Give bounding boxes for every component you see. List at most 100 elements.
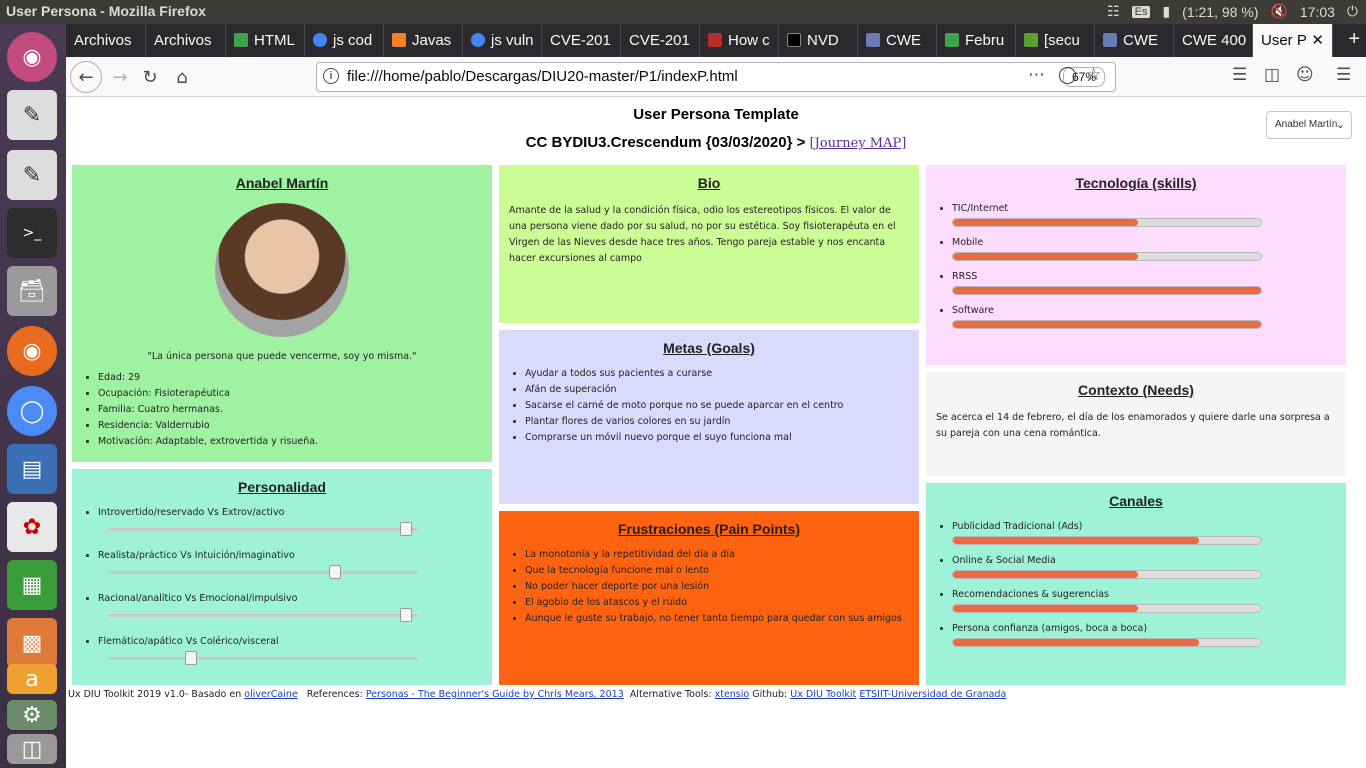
trait-slider[interactable] [108,565,418,579]
files-icon[interactable]: 🗃 [7,266,57,316]
trait-slider[interactable] [108,651,418,665]
calc-icon[interactable]: ▦ [7,560,57,610]
tab[interactable]: js vuln [463,24,542,57]
amazon-icon[interactable]: a [7,664,57,694]
tab[interactable]: NVD [779,24,858,57]
tab[interactable]: CWE 400 [1174,24,1253,57]
personality-card: Personalidad Introvertido/reservado Vs E… [72,469,492,685]
list-item: Edad: 29 [98,372,482,383]
firefox-icon[interactable]: ◉ [7,326,57,376]
progress-bar [952,218,1262,227]
reload-icon[interactable]: ↻ [136,63,164,91]
context-card: Contexto (Needs) Se acerca el 14 de febr… [926,372,1346,476]
bio-title: Bio [697,175,721,191]
footer-link-personas[interactable]: Personas - The Beginner's Guide by Chris… [366,689,624,700]
site-icon [945,33,959,47]
list-item: Plantar flores de varios colores en su j… [525,416,909,427]
footer-link-toolkit[interactable]: Ux DIU Toolkit [790,689,856,700]
home-icon[interactable]: ⌂ [168,63,196,91]
footer-link-olivercaine[interactable]: oliverCaine [244,689,297,700]
persona-select[interactable]: Anabel Martín ⌄ [1266,111,1352,139]
more-actions-icon[interactable]: ⋯ [1028,65,1045,85]
tech-card: Tecnología (skills) TIC/Internet Mobile RR… [926,165,1346,365]
slider-thumb[interactable] [328,565,341,579]
tab[interactable]: Javas [384,24,463,57]
slider-thumb[interactable] [400,522,413,536]
tab[interactable]: Febru [937,24,1016,57]
progress-fill [953,219,1138,226]
slider-track [108,528,418,531]
tab[interactable]: How c [700,24,779,57]
list-item: Racional/analítico Vs Emocional/impulsiv… [98,593,482,622]
page-content: User Persona Template CC BYDIU3.Crescend… [66,98,1366,768]
slider-thumb[interactable] [185,651,198,665]
frustrations-card: Frustraciones (Pain Points) La monotonía… [499,511,919,685]
tab-active[interactable]: User P ✕ [1253,24,1333,57]
close-tab-icon[interactable]: ✕ [1311,31,1324,49]
personality-title: Personalidad [238,479,326,495]
sidebar-icon[interactable]: ◫ [1264,65,1280,85]
library-icon[interactable]: ☰ [1232,65,1247,85]
impress-icon[interactable]: ▩ [7,618,57,668]
tab[interactable]: CWE [858,24,937,57]
personality-list: Introvertido/reservado Vs Extrov/activo R… [82,507,482,665]
pocket-icon[interactable]: ◯ [1058,65,1077,85]
channels-title: Canales [1109,493,1163,509]
wifi-icon[interactable]: ☷ [1107,3,1120,20]
footer-link-xtensio[interactable]: xtensio [715,689,750,700]
power-icon[interactable]: ⏻ [1347,3,1358,20]
footer-link-etsiit[interactable]: ETSIIT-Universidad de Granada [859,689,1006,700]
battery-status[interactable]: (1:21, 98 %) [1182,4,1258,20]
forward-arrow-icon[interactable]: → [106,63,134,91]
progress-fill [953,321,1261,328]
trait-slider[interactable] [108,608,418,622]
writer-icon[interactable]: ▤ [7,444,57,494]
chevron-down-icon: ⌄ [1335,119,1345,131]
volume-icon[interactable]: 🔇 [1270,3,1287,20]
new-tab-icon[interactable]: + [1348,28,1360,51]
list-item: Online & Social Media [952,555,1336,579]
tab[interactable]: HTML [226,24,305,57]
tab[interactable]: Archivos [146,24,226,57]
tab[interactable]: Archivos [66,24,146,57]
battery-icon[interactable]: ▮ [1162,3,1170,20]
tab[interactable]: [secu [1016,24,1095,57]
progress-fill [953,287,1261,294]
context-text: Se acerca el 14 de febrero, el día de lo… [936,412,1330,439]
slider-thumb[interactable] [400,608,413,622]
site-icon [1024,33,1038,47]
keyboard-layout[interactable]: Es [1131,5,1151,18]
tab[interactable]: CVE-201 [621,24,700,57]
page-subtitle: CC BYDIU3.Crescendum {03/03/2020} > [Jou… [66,134,1366,151]
journey-map-link[interactable]: [Journey MAP] [810,136,907,151]
text-editor-icon[interactable]: ✎ [7,90,57,140]
back-arrow-icon[interactable]: ← [70,61,102,93]
tab[interactable]: js cod [305,24,384,57]
clock[interactable]: 17:03 [1300,4,1335,20]
list-item: Recomendaciones & sugerencias [952,589,1336,613]
chromium-icon[interactable]: ◯ [7,386,57,436]
ubuntu-dash-icon[interactable]: ◉ [7,32,57,82]
info-icon[interactable]: i [323,68,339,84]
tray: ☷ Es ▮ (1:21, 98 %) 🔇 17:03 ⏻ [1107,3,1358,20]
pdf-viewer-icon[interactable]: ✿ [7,502,57,552]
tab[interactable]: CWE [1095,24,1174,57]
bookmark-star-icon[interactable]: ☆ [1086,65,1101,85]
list-item: Sacarse el carné de moto porque no se pu… [525,400,909,411]
tab[interactable]: CVE-201 [542,24,621,57]
account-icon[interactable]: ☺ [1296,65,1314,85]
menu-icon[interactable]: ☰ [1336,65,1351,85]
progress-bar [952,536,1262,545]
trash-icon[interactable]: ◫ [7,734,57,764]
trait-slider[interactable] [108,522,418,536]
goals-list: Ayudar a todos sus pacientes a curarse A… [509,368,909,443]
bio-card: Bio Amante de la salud y la condición fí… [499,165,919,323]
list-item: Persona confianza (amigos, boca a boca) [952,623,1336,647]
terminal-icon[interactable]: >_ [7,208,57,258]
progress-bar [952,604,1262,613]
launcher: ◉ ✎ ✎ >_ 🗃 ◉ ◯ ▤ ✿ ▦ ▩ a ⚙ ◫ [0,24,66,768]
text-editor-icon-2[interactable]: ✎ [7,150,57,200]
software-icon[interactable]: ⚙ [7,700,57,730]
list-item: Aunque le guste su trabajo, no tener tan… [525,613,909,624]
url-bar[interactable]: i file:///home/pablo/Descargas/DIU20-mas… [316,62,1116,92]
